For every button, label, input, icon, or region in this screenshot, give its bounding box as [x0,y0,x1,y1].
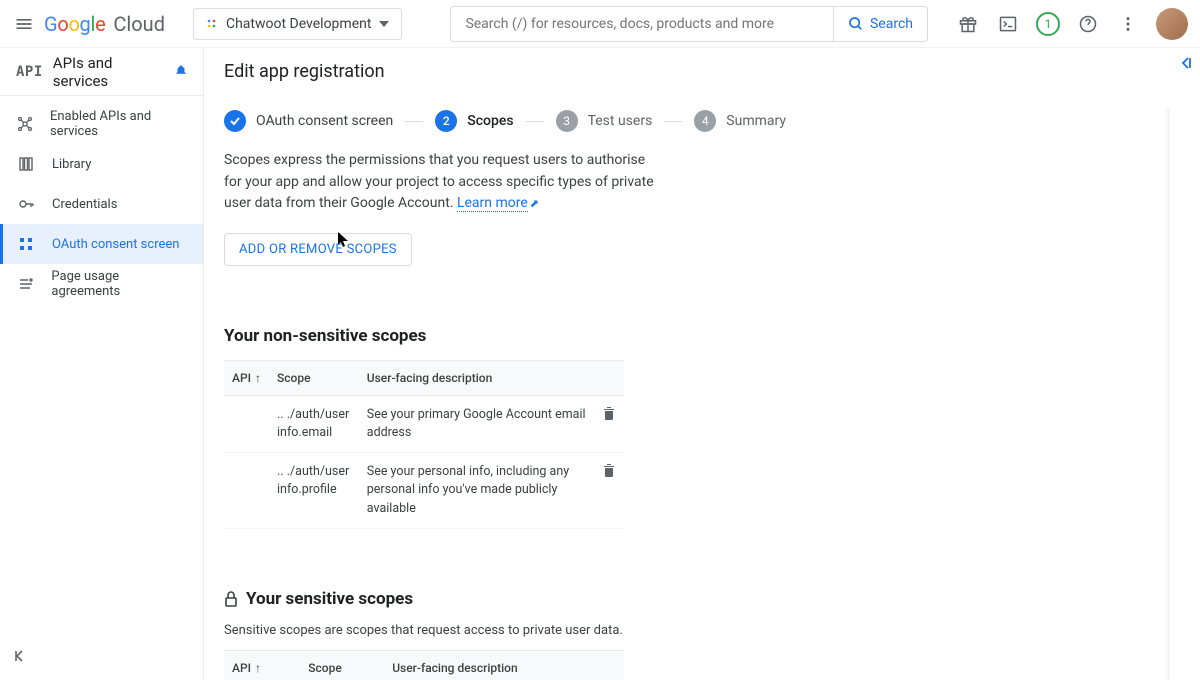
collapse-sidebar-icon[interactable] [8,644,32,668]
col-api-label: API [232,371,251,385]
step-label: OAuth consent screen [256,113,393,129]
search-button-label: Search [870,16,913,32]
sidebar-item-library[interactable]: Library [0,144,203,184]
library-icon [16,156,36,172]
menu-icon[interactable] [12,12,36,36]
more-icon[interactable] [1116,12,1140,36]
search-input[interactable] [450,6,833,42]
cell-desc: See your personal info, including any pe… [359,453,594,528]
sensitive-subtitle: Sensitive scopes are scopes that request… [224,623,824,638]
step-label: Scopes [467,113,513,129]
step-line [405,121,423,122]
col-scope[interactable]: Scope [300,650,384,680]
expand-panel-icon[interactable] [1179,56,1193,70]
col-desc[interactable]: User-facing description [384,650,624,680]
sidebar-item-label: Enabled APIs and services [50,109,187,139]
credentials-icon [16,196,36,212]
sidebar-item-enabled-apis[interactable]: Enabled APIs and services [0,104,203,144]
learn-more-label: Learn more [457,195,528,211]
sort-up-icon: ↑ [255,371,261,385]
project-name: Chatwoot Development [226,16,371,32]
add-remove-scopes-button[interactable]: Add or remove scopes [224,233,412,266]
step-number: 3 [556,110,578,132]
top-actions: 1 [956,8,1188,40]
check-icon [224,110,246,132]
delete-icon[interactable] [602,406,616,420]
sidebar-item-credentials[interactable]: Credentials [0,184,203,224]
sidebar: API APIs and services Enabled APIs and s… [0,48,204,680]
learn-more-link[interactable]: Learn more [457,195,528,212]
sidebar-item-oauth-consent[interactable]: OAuth consent screen [0,224,203,264]
top-bar: Google Cloud Chatwoot Development Search… [0,0,1200,48]
sensitive-title: Your sensitive scopes [224,589,824,609]
sidebar-item-label: OAuth consent screen [52,237,179,252]
sidebar-header: API APIs and services [0,48,203,96]
agreements-icon [16,276,35,292]
sidebar-title: APIs and services [53,54,161,90]
cloud-shell-icon[interactable] [996,12,1020,36]
cloud-label: Cloud [113,12,165,36]
step-oauth-consent[interactable]: OAuth consent screen [224,110,393,132]
cell-scope: .. ./auth/userinfo.email [269,396,359,453]
sensitive-title-label: Your sensitive scopes [246,589,413,609]
step-scopes[interactable]: 2 Scopes [435,110,513,132]
table-row: .. ./auth/userinfo.email See your primar… [224,396,624,453]
project-selector[interactable]: Chatwoot Development [193,8,402,40]
search-icon [848,16,864,32]
cell-desc: See your primary Google Account email ad… [359,396,594,453]
gcp-logo[interactable]: Google Cloud [44,12,165,36]
table-row: .. ./auth/userinfo.profile See your pers… [224,453,624,528]
cell-scope: .. ./auth/userinfo.profile [269,453,359,528]
sort-up-icon: ↑ [255,661,261,675]
notification-count: 1 [1045,17,1052,31]
pin-icon[interactable] [175,65,187,79]
step-summary[interactable]: 4 Summary [694,110,786,132]
col-api-label: API [232,661,251,675]
right-rail [1172,48,1200,680]
step-number: 4 [694,110,716,132]
cell-api [224,453,269,528]
sensitive-scopes-table: API↑ Scope User-facing description No ro… [224,650,624,680]
sidebar-item-label: Library [52,157,91,172]
non-sensitive-scopes-table: API ↑ Scope User-facing description .. ./… [224,360,624,529]
sidebar-item-label: Credentials [52,197,117,212]
search-button[interactable]: Search [833,6,928,42]
step-number: 2 [435,110,457,132]
step-test-users[interactable]: 3 Test users [556,110,653,132]
search-container: Search [450,6,928,42]
api-logo: API [16,64,43,80]
step-line [664,121,682,122]
non-sensitive-title: Your non-sensitive scopes [224,326,824,346]
project-icon [206,18,218,30]
col-api[interactable]: API ↑ [224,361,269,396]
col-desc[interactable]: User-facing description [359,361,594,396]
consent-icon [16,236,36,252]
step-label: Summary [726,113,786,129]
main: Edit app registration OAuth consent scre… [204,48,1200,680]
enabled-apis-icon [16,116,34,132]
lock-icon [224,591,238,607]
scopes-description: Scopes express the permissions that you … [224,150,654,215]
sidebar-item-agreements[interactable]: Page usage agreements [0,264,203,304]
cell-api [224,396,269,453]
notifications-icon[interactable]: 1 [1036,12,1060,36]
step-line [526,121,544,122]
help-icon[interactable] [1076,12,1100,36]
col-scope[interactable]: Scope [269,361,359,396]
step-label: Test users [588,113,653,129]
gift-icon[interactable] [956,12,980,36]
desc-text: Scopes express the permissions that you … [224,152,654,211]
col-api[interactable]: API ↑ [224,650,300,680]
chevron-down-icon [379,21,389,27]
external-link-icon: ⬈ [530,197,539,210]
delete-icon[interactable] [602,463,616,477]
page-title: Edit app registration [204,48,1200,96]
stepper: OAuth consent screen 2 Scopes 3 Test use… [204,96,1200,150]
sidebar-item-label: Page usage agreements [51,269,187,299]
avatar[interactable] [1156,8,1188,40]
